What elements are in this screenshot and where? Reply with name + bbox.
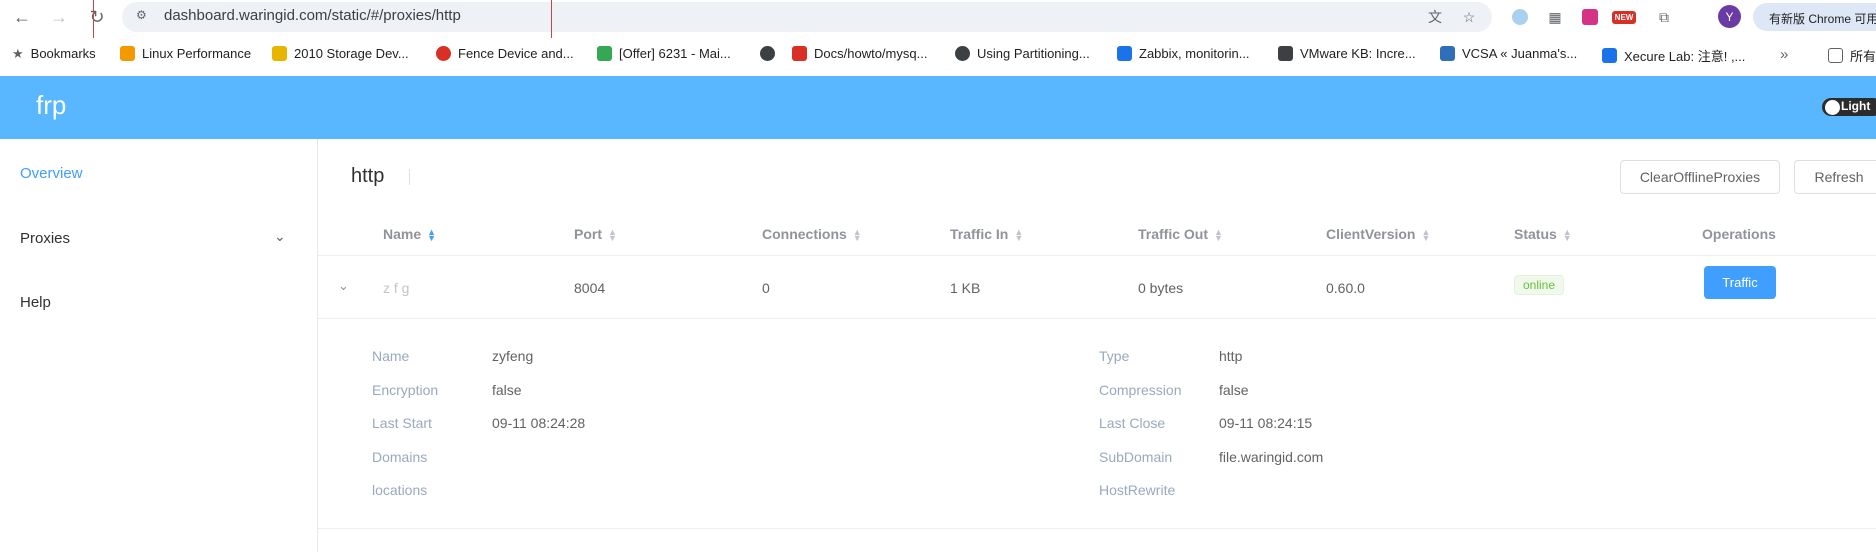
translate-icon[interactable]: 文 bbox=[1423, 5, 1447, 29]
bookmark-favicon-icon bbox=[120, 46, 135, 61]
detail-value-compression: false bbox=[1219, 382, 1249, 398]
detail-label-locations: locations bbox=[372, 482, 428, 498]
row-divider bbox=[318, 318, 1876, 319]
column-header-port[interactable]: Port ▲ ▼ bbox=[574, 226, 617, 243]
sidebar-item-help[interactable]: Help bbox=[20, 294, 51, 311]
column-header-connections[interactable]: Connections ▲ ▼ bbox=[762, 226, 862, 243]
detail-label-last-close: Last Close bbox=[1099, 415, 1166, 431]
proxy-port: 8004 bbox=[574, 280, 606, 296]
zabbix-icon bbox=[1117, 46, 1132, 61]
detail-value-subdomain: file.waringid.com bbox=[1219, 449, 1324, 465]
wordpress-icon bbox=[1440, 46, 1455, 61]
refresh-button[interactable]: Refresh bbox=[1794, 160, 1876, 194]
sort-icon[interactable]: ▲ ▼ bbox=[1214, 228, 1223, 243]
bookmark-item[interactable]: VMware KB: Incre... bbox=[1278, 46, 1416, 61]
forward-icon[interactable]: → bbox=[46, 4, 72, 30]
theme-toggle-knob[interactable] bbox=[1825, 100, 1840, 115]
bookmark-item[interactable] bbox=[760, 46, 782, 61]
bookmark-item[interactable]: VCSA « Juanma's... bbox=[1440, 46, 1577, 61]
profile-avatar[interactable]: Y bbox=[1718, 5, 1741, 28]
bookmarks-star[interactable]: ★ Bookmarks bbox=[12, 46, 96, 61]
redhat-icon bbox=[436, 46, 451, 61]
detail-value-name: zyfeng bbox=[492, 348, 534, 364]
app-header: frp Light bbox=[0, 76, 1876, 139]
detail-label-type: Type bbox=[1099, 348, 1130, 364]
extension-circle-icon[interactable] bbox=[1508, 5, 1532, 29]
all-bookmarks-folder[interactable]: 所有 bbox=[1828, 46, 1876, 65]
header-divider bbox=[318, 255, 1876, 256]
bookmark-item[interactable]: Docs/howto/mysq... bbox=[792, 46, 927, 61]
proxy-name: z f g bbox=[383, 280, 410, 296]
sidebar-item-proxies[interactable]: Proxies bbox=[20, 230, 70, 247]
traffic-button[interactable]: Traffic bbox=[1704, 266, 1776, 299]
sidebar-item-overview[interactable]: Overview bbox=[20, 165, 83, 182]
bookmark-item[interactable]: Fence Device and... bbox=[436, 46, 574, 61]
detail-value-type: http bbox=[1219, 348, 1243, 364]
star-icon: ★ bbox=[12, 46, 24, 61]
vmware-icon bbox=[1278, 46, 1293, 61]
detail-label-domains: Domains bbox=[372, 449, 428, 465]
sidebar bbox=[0, 139, 318, 552]
bookmark-item[interactable]: Using Partitioning... bbox=[955, 46, 1090, 61]
sort-icon[interactable]: ▲ ▼ bbox=[1014, 228, 1023, 243]
sort-icon[interactable]: ▲ ▼ bbox=[427, 228, 436, 243]
sort-icon[interactable]: ▲ ▼ bbox=[1563, 228, 1572, 243]
detail-label-last-start: Last Start bbox=[372, 415, 432, 431]
new-badge-icon[interactable]: NEW bbox=[1611, 5, 1637, 29]
extensions-puzzle-icon[interactable]: ⧉ bbox=[1652, 5, 1676, 29]
sort-icon[interactable]: ▲ ▼ bbox=[1421, 228, 1430, 243]
bookmarks-bar: ★ Bookmarks Linux Performance 2010 Storag… bbox=[0, 38, 1876, 72]
bookmark-item[interactable]: [Offer] 6231 - Mai... bbox=[597, 46, 731, 61]
column-header-traffic-in[interactable]: Traffic In ▲ ▼ bbox=[950, 226, 1023, 243]
proxy-client-version: 0.60.0 bbox=[1326, 280, 1365, 296]
proxy-traffic-out: 0 bytes bbox=[1138, 280, 1184, 296]
sort-icon[interactable]: ▲ ▼ bbox=[853, 228, 862, 243]
bookmark-favicon-icon bbox=[792, 46, 807, 61]
column-header-client-version[interactable]: ClientVersion ▲ ▼ bbox=[1326, 226, 1430, 243]
detail-label-name: Name bbox=[372, 348, 410, 364]
bookmark-favicon-icon bbox=[272, 46, 287, 61]
bookmark-item[interactable]: Linux Performance bbox=[120, 46, 251, 61]
theme-label: Light bbox=[1841, 99, 1871, 113]
detail-label-subdomain: SubDomain bbox=[1099, 449, 1173, 465]
more-bookmarks-icon[interactable]: » bbox=[1780, 46, 1788, 63]
qr-code-icon[interactable]: ▦ bbox=[1543, 5, 1567, 29]
browser-toolbar: ← → ↻ ⚙ dashboard.waringid.com/static/#/… bbox=[0, 0, 1876, 42]
detail-value-last-start: 09-11 08:24:28 bbox=[492, 415, 586, 431]
extension-pink-icon[interactable] bbox=[1578, 5, 1602, 29]
column-header-operations: Operations bbox=[1702, 226, 1776, 242]
detail-value-encryption: false bbox=[492, 382, 522, 398]
title-divider bbox=[409, 169, 410, 185]
sort-icon[interactable]: ▲ ▼ bbox=[608, 228, 617, 243]
expand-row-chevron-icon[interactable]: ⌄ bbox=[338, 278, 349, 294]
bookmark-item[interactable]: 2010 Storage Dev... bbox=[272, 46, 409, 61]
details-divider bbox=[318, 528, 1876, 529]
detail-label-compression: Compression bbox=[1099, 382, 1182, 398]
proxy-traffic-in: 1 KB bbox=[950, 280, 981, 296]
bookmark-star-icon[interactable]: ☆ bbox=[1457, 5, 1481, 29]
column-header-status[interactable]: Status ▲ ▼ bbox=[1514, 226, 1572, 243]
column-header-traffic-out[interactable]: Traffic Out ▲ ▼ bbox=[1138, 226, 1223, 243]
bookmark-item[interactable]: Xecure Lab: 注意! ,... bbox=[1602, 46, 1745, 65]
column-header-name[interactable]: Name ▲ ▼ bbox=[383, 226, 436, 243]
detail-label-host-rewrite: HostRewrite bbox=[1099, 482, 1176, 498]
proxy-connections: 0 bbox=[762, 280, 770, 296]
focus-highlight bbox=[93, 0, 552, 42]
page-title: http bbox=[351, 165, 385, 187]
detail-value-last-close: 09-11 08:24:15 bbox=[1219, 415, 1313, 431]
bookmark-item[interactable]: Zabbix, monitorin... bbox=[1117, 46, 1250, 61]
chrome-update-button[interactable]: 有新版 Chrome 可用 bbox=[1753, 3, 1876, 31]
globe-icon bbox=[760, 46, 775, 61]
shield-icon bbox=[1602, 48, 1617, 63]
app-logo[interactable]: frp bbox=[36, 90, 66, 121]
back-icon[interactable]: ← bbox=[9, 4, 35, 30]
folder-icon bbox=[1828, 48, 1843, 63]
status-badge: online bbox=[1514, 275, 1565, 295]
bookmark-favicon-icon bbox=[597, 46, 612, 61]
chevron-down-icon[interactable]: ⌄ bbox=[274, 228, 286, 245]
clear-offline-proxies-button[interactable]: ClearOfflineProxies bbox=[1620, 160, 1780, 194]
globe-icon bbox=[955, 46, 970, 61]
detail-label-encryption: Encryption bbox=[372, 382, 439, 398]
